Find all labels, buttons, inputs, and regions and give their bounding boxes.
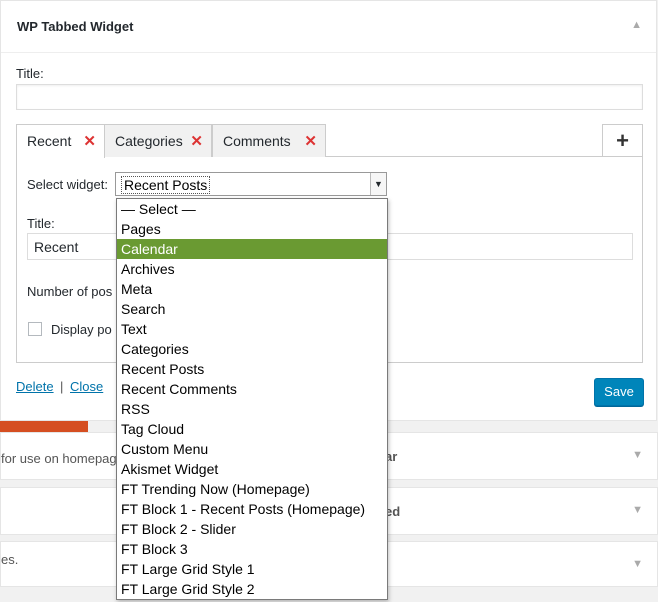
display-label: Display po	[51, 322, 112, 337]
tab-recent[interactable]: Recent ✕	[16, 124, 105, 158]
remove-tab-icon[interactable]: ✕	[190, 132, 203, 150]
dropdown-option[interactable]: Search	[117, 299, 387, 319]
dropdown-option[interactable]: FT Trending Now (Homepage)	[117, 479, 387, 499]
tab-comments[interactable]: Comments ✕	[212, 124, 326, 157]
dropdown-option[interactable]: Recent Comments	[117, 379, 387, 399]
widget-title: WP Tabbed Widget	[17, 19, 134, 34]
widget-options-list: — Select — Pages Calendar Archives Meta Searc…	[116, 198, 388, 600]
dropdown-option[interactable]: FT Block 3	[117, 539, 387, 559]
remove-tab-icon[interactable]: ✕	[304, 132, 317, 150]
tab-title-label: Title:	[27, 216, 55, 231]
background-widget-description: for use on homepage	[1, 451, 124, 466]
dropdown-option[interactable]: Archives	[117, 259, 387, 279]
widget-header[interactable]: WP Tabbed Widget ▲	[1, 1, 656, 53]
link-separator: |	[60, 379, 64, 394]
dropdown-option[interactable]: FT Large Grid Style 1	[117, 559, 387, 579]
expand-arrow-icon[interactable]: ▼	[632, 558, 643, 570]
title-label: Title:	[16, 66, 44, 81]
tab-label: Recent	[27, 133, 72, 149]
display-checkbox[interactable]	[28, 322, 42, 336]
add-tab-button[interactable]: +	[602, 124, 643, 157]
dropdown-option[interactable]: Text	[117, 319, 387, 339]
background-widget-description: es.	[1, 552, 19, 567]
dropdown-option[interactable]: Meta	[117, 279, 387, 299]
dropdown-option[interactable]: Categories	[117, 339, 387, 359]
select-widget-dropdown[interactable]: Recent Posts ▼	[115, 172, 387, 196]
tab-label: Comments	[223, 133, 291, 149]
save-button[interactable]: Save	[594, 378, 644, 406]
expand-arrow-icon[interactable]: ▼	[632, 449, 643, 461]
collapse-arrow-icon[interactable]: ▲	[631, 19, 642, 31]
dropdown-option[interactable]: Custom Menu	[117, 439, 387, 459]
dropdown-option[interactable]: FT Block 2 - Slider	[117, 519, 387, 539]
tab-label: Categories	[115, 133, 183, 149]
remove-tab-icon[interactable]: ✕	[83, 132, 96, 150]
delete-link[interactable]: Delete	[16, 379, 54, 394]
dropdown-option[interactable]: Pages	[117, 219, 387, 239]
dropdown-option[interactable]: — Select —	[117, 199, 387, 219]
number-of-posts-label: Number of pos	[27, 284, 113, 299]
dropdown-option[interactable]: FT Large Grid Style 2	[117, 579, 387, 599]
selected-value: Recent Posts	[121, 176, 211, 194]
dropdown-option[interactable]: RSS	[117, 399, 387, 419]
tab-categories[interactable]: Categories ✕	[104, 124, 212, 157]
close-link[interactable]: Close	[70, 379, 103, 394]
dropdown-option[interactable]: Akismet Widget	[117, 459, 387, 479]
dropdown-option[interactable]: FT Block 1 - Recent Posts (Homepage)	[117, 499, 387, 519]
title-input[interactable]	[16, 84, 643, 110]
dropdown-option[interactable]: Recent Posts	[117, 359, 387, 379]
dropdown-option[interactable]: Tag Cloud	[117, 419, 387, 439]
dropdown-option[interactable]: Calendar	[117, 239, 387, 259]
select-widget-label: Select widget:	[27, 177, 108, 192]
dropdown-arrow-icon[interactable]: ▼	[370, 173, 386, 195]
expand-arrow-icon[interactable]: ▼	[632, 504, 643, 516]
